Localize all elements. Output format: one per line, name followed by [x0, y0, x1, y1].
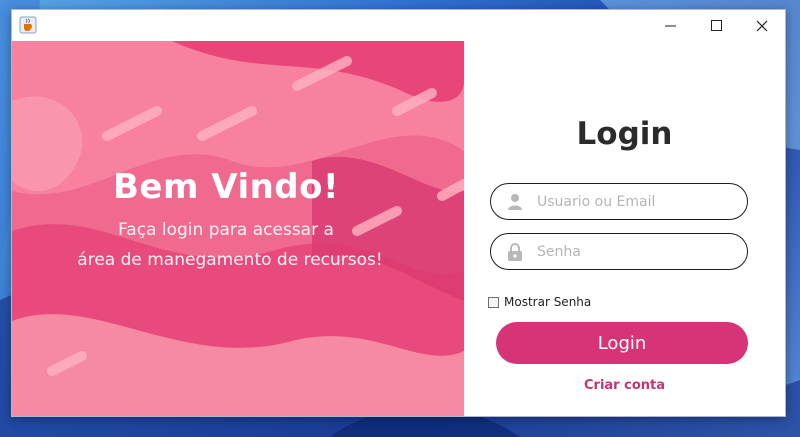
show-password-toggle[interactable]: Mostrar Senha: [488, 295, 591, 309]
close-button[interactable]: [739, 10, 785, 41]
login-button[interactable]: Login: [496, 322, 748, 364]
close-icon: [756, 20, 768, 31]
minimize-button[interactable]: [647, 10, 693, 41]
username-field[interactable]: [490, 183, 748, 220]
minimize-icon: [664, 25, 676, 27]
show-password-label: Mostrar Senha: [504, 295, 592, 309]
welcome-title: Bem Vindo!: [112, 167, 340, 207]
maximize-button[interactable]: [693, 10, 739, 41]
login-window: Bem Vindo! Faça login para acessar a áre…: [11, 9, 786, 417]
welcome-subtitle-line2: área de manegamento de recursos!: [77, 250, 383, 270]
password-field[interactable]: [490, 233, 748, 270]
welcome-panel: Bem Vindo! Faça login para acessar a áre…: [12, 41, 464, 416]
username-input[interactable]: [535, 188, 739, 216]
title-bar: [12, 10, 785, 42]
java-cup-icon: [19, 16, 37, 34]
login-panel: Login Mostrar Senha Login Criar conta: [464, 41, 785, 416]
show-password-checkbox[interactable]: [488, 296, 499, 308]
login-title: Login: [576, 116, 673, 152]
lock-icon: [508, 243, 522, 261]
user-icon: [508, 194, 522, 210]
create-account-link[interactable]: Criar conta: [464, 378, 785, 393]
maximize-icon: [710, 20, 722, 31]
password-input[interactable]: [535, 238, 739, 266]
welcome-subtitle-line1: Faça login para acessar a: [118, 220, 334, 240]
